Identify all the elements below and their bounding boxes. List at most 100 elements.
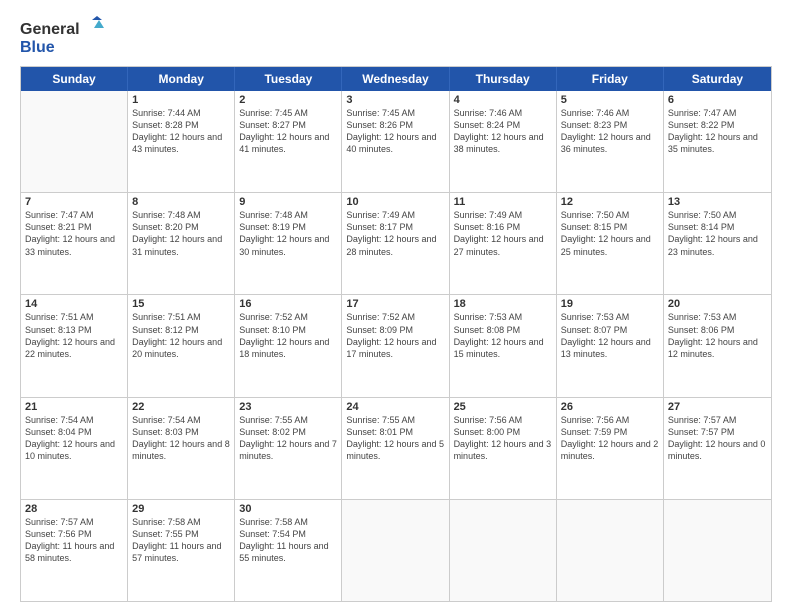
weekday-header: Thursday (450, 67, 557, 91)
day-number: 28 (25, 503, 123, 515)
calendar-cell: 25 Sunrise: 7:56 AMSunset: 8:00 PMDaylig… (450, 398, 557, 499)
day-number: 9 (239, 196, 337, 208)
calendar-body: 1 Sunrise: 7:44 AMSunset: 8:28 PMDayligh… (21, 91, 771, 601)
calendar-cell: 20 Sunrise: 7:53 AMSunset: 8:06 PMDaylig… (664, 295, 771, 396)
calendar-cell: 24 Sunrise: 7:55 AMSunset: 8:01 PMDaylig… (342, 398, 449, 499)
day-info: Sunrise: 7:53 AMSunset: 8:06 PMDaylight:… (668, 311, 767, 360)
calendar-cell: 26 Sunrise: 7:56 AMSunset: 7:59 PMDaylig… (557, 398, 664, 499)
calendar-cell (342, 500, 449, 601)
calendar-cell: 5 Sunrise: 7:46 AMSunset: 8:23 PMDayligh… (557, 91, 664, 192)
calendar-cell: 10 Sunrise: 7:49 AMSunset: 8:17 PMDaylig… (342, 193, 449, 294)
day-info: Sunrise: 7:48 AMSunset: 8:19 PMDaylight:… (239, 209, 337, 258)
calendar-row: 21 Sunrise: 7:54 AMSunset: 8:04 PMDaylig… (21, 397, 771, 499)
day-info: Sunrise: 7:52 AMSunset: 8:09 PMDaylight:… (346, 311, 444, 360)
calendar-cell: 9 Sunrise: 7:48 AMSunset: 8:19 PMDayligh… (235, 193, 342, 294)
day-number: 17 (346, 298, 444, 310)
day-number: 10 (346, 196, 444, 208)
day-number: 14 (25, 298, 123, 310)
day-number: 25 (454, 401, 552, 413)
day-info: Sunrise: 7:50 AMSunset: 8:14 PMDaylight:… (668, 209, 767, 258)
weekday-header: Wednesday (342, 67, 449, 91)
day-info: Sunrise: 7:54 AMSunset: 8:04 PMDaylight:… (25, 414, 123, 463)
day-info: Sunrise: 7:58 AMSunset: 7:55 PMDaylight:… (132, 516, 230, 565)
day-info: Sunrise: 7:48 AMSunset: 8:20 PMDaylight:… (132, 209, 230, 258)
calendar-cell: 17 Sunrise: 7:52 AMSunset: 8:09 PMDaylig… (342, 295, 449, 396)
day-info: Sunrise: 7:51 AMSunset: 8:12 PMDaylight:… (132, 311, 230, 360)
logo: General Blue (20, 16, 110, 58)
calendar-row: 14 Sunrise: 7:51 AMSunset: 8:13 PMDaylig… (21, 294, 771, 396)
day-info: Sunrise: 7:47 AMSunset: 8:21 PMDaylight:… (25, 209, 123, 258)
day-number: 18 (454, 298, 552, 310)
day-number: 30 (239, 503, 337, 515)
day-info: Sunrise: 7:50 AMSunset: 8:15 PMDaylight:… (561, 209, 659, 258)
day-info: Sunrise: 7:54 AMSunset: 8:03 PMDaylight:… (132, 414, 230, 463)
day-number: 6 (668, 94, 767, 106)
day-number: 16 (239, 298, 337, 310)
calendar: SundayMondayTuesdayWednesdayThursdayFrid… (20, 66, 772, 602)
calendar-cell: 16 Sunrise: 7:52 AMSunset: 8:10 PMDaylig… (235, 295, 342, 396)
day-number: 2 (239, 94, 337, 106)
day-number: 13 (668, 196, 767, 208)
svg-text:General: General (20, 21, 80, 38)
day-number: 5 (561, 94, 659, 106)
day-info: Sunrise: 7:56 AMSunset: 7:59 PMDaylight:… (561, 414, 659, 463)
day-info: Sunrise: 7:45 AMSunset: 8:26 PMDaylight:… (346, 107, 444, 156)
day-info: Sunrise: 7:49 AMSunset: 8:16 PMDaylight:… (454, 209, 552, 258)
calendar-row: 28 Sunrise: 7:57 AMSunset: 7:56 PMDaylig… (21, 499, 771, 601)
day-info: Sunrise: 7:58 AMSunset: 7:54 PMDaylight:… (239, 516, 337, 565)
weekday-header: Monday (128, 67, 235, 91)
day-info: Sunrise: 7:57 AMSunset: 7:56 PMDaylight:… (25, 516, 123, 565)
calendar-cell (21, 91, 128, 192)
day-info: Sunrise: 7:46 AMSunset: 8:23 PMDaylight:… (561, 107, 659, 156)
day-info: Sunrise: 7:49 AMSunset: 8:17 PMDaylight:… (346, 209, 444, 258)
day-info: Sunrise: 7:55 AMSunset: 8:01 PMDaylight:… (346, 414, 444, 463)
calendar-cell: 1 Sunrise: 7:44 AMSunset: 8:28 PMDayligh… (128, 91, 235, 192)
calendar-cell: 8 Sunrise: 7:48 AMSunset: 8:20 PMDayligh… (128, 193, 235, 294)
calendar-cell: 23 Sunrise: 7:55 AMSunset: 8:02 PMDaylig… (235, 398, 342, 499)
calendar-cell: 6 Sunrise: 7:47 AMSunset: 8:22 PMDayligh… (664, 91, 771, 192)
calendar-cell: 28 Sunrise: 7:57 AMSunset: 7:56 PMDaylig… (21, 500, 128, 601)
calendar-cell: 18 Sunrise: 7:53 AMSunset: 8:08 PMDaylig… (450, 295, 557, 396)
day-info: Sunrise: 7:47 AMSunset: 8:22 PMDaylight:… (668, 107, 767, 156)
calendar-cell: 29 Sunrise: 7:58 AMSunset: 7:55 PMDaylig… (128, 500, 235, 601)
page: General Blue SundayMondayTuesdayWednesda… (0, 0, 792, 612)
calendar-cell (664, 500, 771, 601)
day-number: 27 (668, 401, 767, 413)
calendar-cell: 13 Sunrise: 7:50 AMSunset: 8:14 PMDaylig… (664, 193, 771, 294)
logo-svg: General Blue (20, 16, 110, 58)
day-number: 1 (132, 94, 230, 106)
day-info: Sunrise: 7:53 AMSunset: 8:08 PMDaylight:… (454, 311, 552, 360)
day-number: 20 (668, 298, 767, 310)
weekday-header: Friday (557, 67, 664, 91)
day-number: 23 (239, 401, 337, 413)
calendar-cell: 11 Sunrise: 7:49 AMSunset: 8:16 PMDaylig… (450, 193, 557, 294)
day-info: Sunrise: 7:45 AMSunset: 8:27 PMDaylight:… (239, 107, 337, 156)
calendar-cell: 30 Sunrise: 7:58 AMSunset: 7:54 PMDaylig… (235, 500, 342, 601)
day-number: 3 (346, 94, 444, 106)
calendar-cell: 22 Sunrise: 7:54 AMSunset: 8:03 PMDaylig… (128, 398, 235, 499)
calendar-cell: 15 Sunrise: 7:51 AMSunset: 8:12 PMDaylig… (128, 295, 235, 396)
calendar-cell: 4 Sunrise: 7:46 AMSunset: 8:24 PMDayligh… (450, 91, 557, 192)
calendar-cell: 3 Sunrise: 7:45 AMSunset: 8:26 PMDayligh… (342, 91, 449, 192)
weekday-header: Tuesday (235, 67, 342, 91)
calendar-row: 1 Sunrise: 7:44 AMSunset: 8:28 PMDayligh… (21, 91, 771, 192)
day-info: Sunrise: 7:55 AMSunset: 8:02 PMDaylight:… (239, 414, 337, 463)
day-number: 26 (561, 401, 659, 413)
calendar-cell: 14 Sunrise: 7:51 AMSunset: 8:13 PMDaylig… (21, 295, 128, 396)
day-number: 29 (132, 503, 230, 515)
day-info: Sunrise: 7:52 AMSunset: 8:10 PMDaylight:… (239, 311, 337, 360)
day-info: Sunrise: 7:53 AMSunset: 8:07 PMDaylight:… (561, 311, 659, 360)
day-number: 24 (346, 401, 444, 413)
day-number: 4 (454, 94, 552, 106)
calendar-header: SundayMondayTuesdayWednesdayThursdayFrid… (21, 67, 771, 91)
day-number: 15 (132, 298, 230, 310)
day-number: 8 (132, 196, 230, 208)
calendar-cell (450, 500, 557, 601)
day-info: Sunrise: 7:56 AMSunset: 8:00 PMDaylight:… (454, 414, 552, 463)
svg-text:Blue: Blue (20, 39, 55, 56)
calendar-cell: 27 Sunrise: 7:57 AMSunset: 7:57 PMDaylig… (664, 398, 771, 499)
calendar-cell: 7 Sunrise: 7:47 AMSunset: 8:21 PMDayligh… (21, 193, 128, 294)
day-info: Sunrise: 7:51 AMSunset: 8:13 PMDaylight:… (25, 311, 123, 360)
day-number: 7 (25, 196, 123, 208)
day-info: Sunrise: 7:44 AMSunset: 8:28 PMDaylight:… (132, 107, 230, 156)
